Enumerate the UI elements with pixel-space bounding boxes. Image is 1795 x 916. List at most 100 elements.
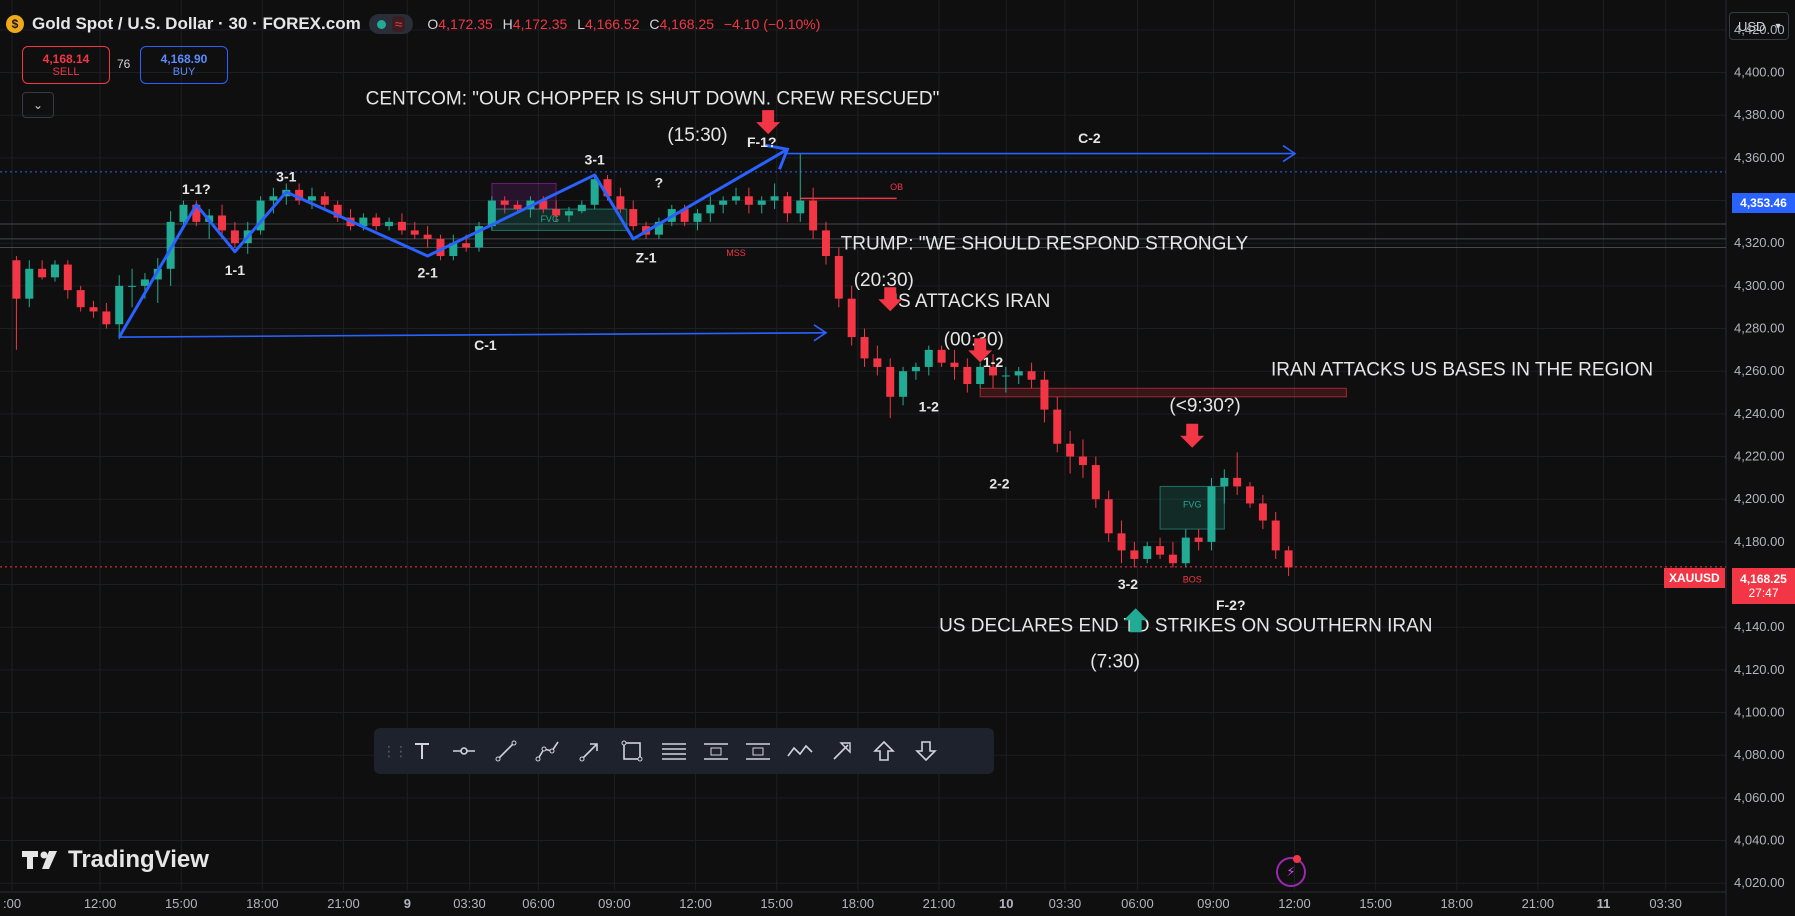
price-tick-label: 4,240.00 xyxy=(1734,406,1785,421)
price-tick-label: 4,320.00 xyxy=(1734,235,1785,250)
buy-button[interactable]: 4,168.90 BUY xyxy=(140,46,228,84)
candle-body xyxy=(693,213,702,222)
candle-body xyxy=(950,362,959,367)
stop-icon[interactable] xyxy=(696,733,736,769)
wave-label: F-2? xyxy=(1216,597,1246,613)
candle-body xyxy=(1181,537,1190,564)
price-tick-label: 4,300.00 xyxy=(1734,278,1785,293)
candle-body xyxy=(410,230,419,235)
time-tick-label: 9 xyxy=(404,896,411,911)
time-tick-label: 03:30 xyxy=(1049,896,1082,911)
candle-body xyxy=(1117,533,1126,551)
path-icon[interactable] xyxy=(528,733,568,769)
candle-body xyxy=(25,268,34,299)
wave-label: Z-1 xyxy=(636,249,657,265)
candle-body xyxy=(886,366,895,397)
currency-select[interactable]: USD ▾ xyxy=(1729,12,1789,40)
candle-body xyxy=(1053,409,1062,444)
zone-label: FVG xyxy=(1183,500,1202,510)
wave-label: 2-2 xyxy=(989,476,1009,492)
time-tick-label: 11 xyxy=(1597,896,1611,911)
notification-dot xyxy=(1293,855,1301,863)
time-tick-label: 10 xyxy=(999,896,1013,911)
symbol-title[interactable]: Gold Spot / U.S. Dollar · 30 · FOREX.com xyxy=(32,14,361,34)
candle-body xyxy=(128,285,137,287)
candle-body xyxy=(63,264,72,291)
ohlc-values: O4,172.35 H4,172.35 L4,166.52 C4,168.25 … xyxy=(427,16,821,32)
arrow-marker-icon[interactable] xyxy=(822,733,862,769)
candle-body xyxy=(320,196,329,205)
candle-body xyxy=(1130,550,1139,559)
candle-body xyxy=(372,217,381,227)
lightning-icon[interactable]: ⚡ xyxy=(1276,857,1306,887)
wave-label: 1-1 xyxy=(225,262,245,278)
candle-body xyxy=(577,204,586,212)
news-annotation: (7:30) xyxy=(1090,652,1140,673)
candle-body xyxy=(423,234,432,239)
arrow-down-icon[interactable] xyxy=(906,733,946,769)
trend-line-icon[interactable] xyxy=(486,733,526,769)
data-wave-icon: ≈ xyxy=(391,16,406,32)
wave-label: 3-1 xyxy=(276,168,296,184)
chevron-down-icon: ⌄ xyxy=(32,98,44,112)
candle-body xyxy=(50,264,59,278)
wave-label: 3-1 xyxy=(585,151,605,167)
candle-body xyxy=(629,209,638,227)
candle-body xyxy=(12,260,21,299)
candle-body xyxy=(38,268,47,278)
sell-button[interactable]: 4,168.14 SELL xyxy=(22,46,110,84)
candle-body xyxy=(873,358,882,367)
news-annotation: US DECLARES END TO STRIKES ON SOUTHERN I… xyxy=(939,615,1432,636)
candle-body xyxy=(770,196,779,201)
candle-body xyxy=(385,221,394,227)
candle-body xyxy=(1091,465,1100,500)
zone-label: OB xyxy=(890,182,903,192)
time-tick-label: 06:00 xyxy=(1121,896,1154,911)
candle-body xyxy=(397,221,406,231)
candle-body xyxy=(1194,537,1203,542)
drag-handle-icon[interactable]: ⋮⋮ xyxy=(382,743,408,760)
price-tick-label: 4,200.00 xyxy=(1734,491,1785,506)
price-tick-label: 4,400.00 xyxy=(1734,65,1785,80)
rectangle-icon[interactable] xyxy=(612,733,652,769)
candle-body xyxy=(796,200,805,214)
candle-body xyxy=(269,196,278,201)
market-status-pill[interactable]: ≈ xyxy=(368,14,414,34)
price-tick-label: 4,120.00 xyxy=(1734,662,1785,677)
price-tick-label: 4,180.00 xyxy=(1734,534,1785,549)
time-tick-label: 15:00 xyxy=(760,896,793,911)
candle-body xyxy=(1078,456,1087,466)
candle-body xyxy=(1014,371,1023,376)
collapse-legend-button[interactable]: ⌄ xyxy=(22,92,54,118)
candle-body xyxy=(847,298,856,338)
candle-body xyxy=(1271,520,1280,551)
time-tick-label: 21:00 xyxy=(327,896,360,911)
news-annotation: TRUMP: "WE SHOULD RESPOND STRONGLY xyxy=(841,234,1249,255)
polyline-icon[interactable] xyxy=(780,733,820,769)
long-icon[interactable] xyxy=(738,733,778,769)
candle-body xyxy=(937,349,946,363)
candle-body xyxy=(1027,371,1036,380)
arrow-line-icon[interactable] xyxy=(570,733,610,769)
candle-body xyxy=(1220,477,1229,487)
lines-icon[interactable] xyxy=(654,733,694,769)
text-icon[interactable] xyxy=(402,733,442,769)
zone-label: BOS xyxy=(1183,574,1202,584)
arrow-up-icon[interactable] xyxy=(864,733,904,769)
price-tick-label: 4,140.00 xyxy=(1734,619,1785,634)
candle-body xyxy=(1233,477,1242,487)
tradingview-logo[interactable]: TradingView xyxy=(22,846,209,874)
price-chart[interactable]: 1-1?1-13-12-13-1?Z-1F-1?C-1C-21-21-22-23… xyxy=(0,0,1795,916)
time-tick-label: 21:00 xyxy=(923,896,956,911)
horizontal-ray-icon[interactable] xyxy=(444,733,484,769)
time-tick-label: 03:30 xyxy=(1649,896,1682,911)
time-tick-label: 18:00 xyxy=(842,896,875,911)
price-tick-label: 4,360.00 xyxy=(1734,150,1785,165)
candle-body xyxy=(1284,550,1293,568)
candle-body xyxy=(564,211,573,216)
news-annotation: IRAN ATTACKS US BASES IN THE REGION xyxy=(1271,359,1653,380)
wave-label: 2-1 xyxy=(418,264,438,280)
price-tick-label: 4,060.00 xyxy=(1734,790,1785,805)
candle-body xyxy=(860,337,869,359)
iran-zone xyxy=(979,387,1347,398)
